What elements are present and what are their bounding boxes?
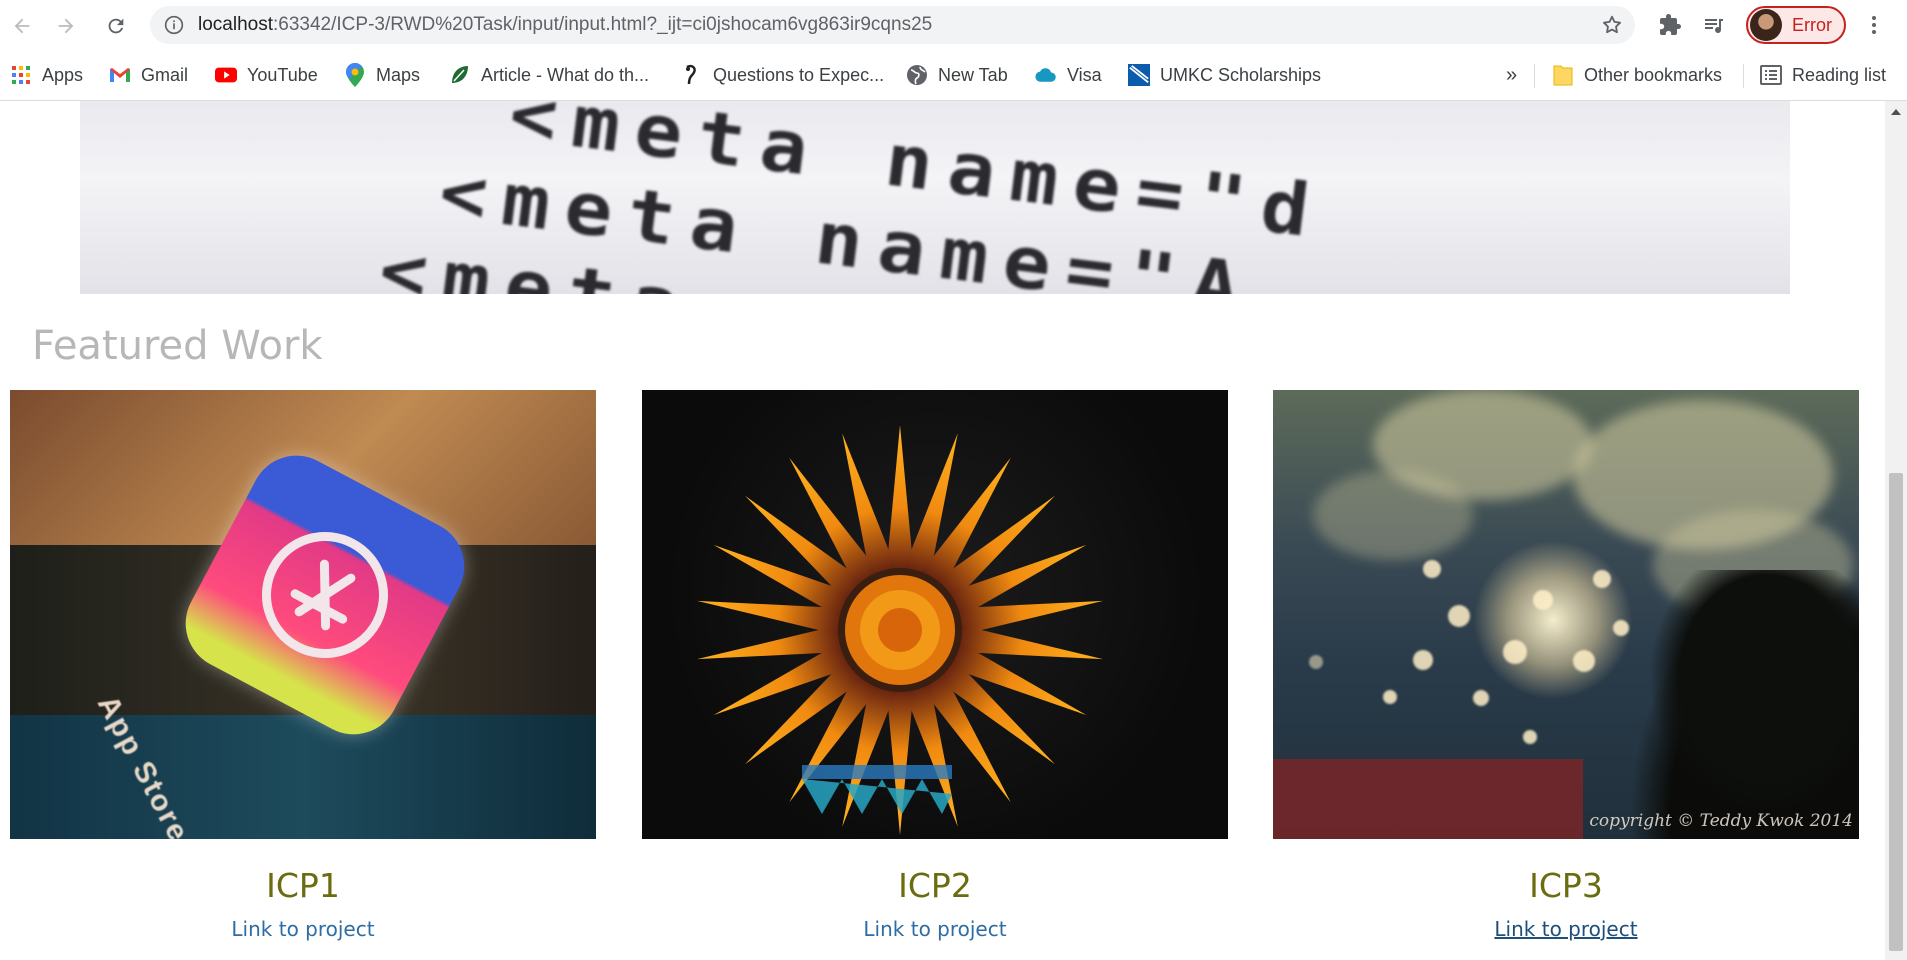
- browser-menu-button[interactable]: [1860, 11, 1888, 39]
- extensions-button[interactable]: [1656, 11, 1684, 39]
- media-control-button[interactable]: [1700, 11, 1728, 39]
- site-info-icon[interactable]: [164, 15, 184, 35]
- youtube-icon: [215, 64, 237, 86]
- browser-toolbar: localhost:63342/ICP-3/RWD%20Task/input/i…: [0, 0, 1907, 50]
- flower-petal: [886, 425, 914, 575]
- bookmark-maps[interactable]: Maps: [344, 61, 420, 89]
- project-title: ICP3: [1529, 866, 1603, 905]
- apps-grid-icon: [10, 64, 32, 86]
- article-leaf-icon: [449, 64, 471, 86]
- bookmark-youtube[interactable]: YouTube: [215, 61, 318, 89]
- project-link[interactable]: Link to project: [1273, 917, 1859, 941]
- project-image-flower: [642, 390, 1228, 839]
- avatar: [1750, 9, 1782, 41]
- profile-error-label: Error: [1792, 14, 1832, 35]
- puzzle-icon: [1660, 14, 1681, 35]
- bookmark-label: Reading list: [1792, 64, 1887, 85]
- bookmark-article[interactable]: Article - What do th...: [449, 61, 649, 89]
- bookmarks-divider: [1743, 64, 1744, 88]
- reload-icon: [108, 18, 124, 34]
- back-arrow-icon: [14, 18, 30, 34]
- bookmarks-divider: [1534, 64, 1535, 88]
- bookmark-label: Apps: [42, 64, 84, 85]
- forward-arrow-icon: [58, 18, 74, 34]
- flower-illustration: [697, 425, 1103, 835]
- bookmark-label: Maps: [376, 64, 421, 85]
- bookmark-umkc[interactable]: UMKC Scholarships: [1128, 61, 1321, 89]
- project-card: copyright © Teddy Kwok 2014 ICP3 Link to…: [1273, 390, 1859, 941]
- bookmark-star-icon[interactable]: [1601, 14, 1623, 36]
- bookmark-label: UMKC Scholarships: [1160, 64, 1322, 85]
- bookmark-label: Questions to Expec...: [713, 64, 885, 85]
- scrollbar-thumb[interactable]: [1889, 473, 1903, 951]
- umkc-icon: [1128, 64, 1150, 86]
- globe-icon: [906, 64, 928, 86]
- bookmark-label: Gmail: [141, 64, 189, 85]
- bookmark-label: Article - What do th...: [481, 64, 650, 85]
- kebab-menu-icon: [1872, 16, 1876, 34]
- url-path: :63342/ICP-3/RWD%20Task/input/input.html…: [273, 14, 933, 35]
- gmail-icon: [109, 64, 131, 86]
- project-title: ICP2: [898, 866, 972, 905]
- bookmark-gmail[interactable]: Gmail: [109, 61, 188, 89]
- questions-icon: [681, 64, 703, 86]
- copyright-watermark: copyright © Teddy Kwok 2014: [1589, 811, 1853, 831]
- address-bar[interactable]: localhost:63342/ICP-3/RWD%20Task/input/i…: [150, 6, 1635, 44]
- reload-button[interactable]: [98, 8, 134, 44]
- bookmark-label: Visa: [1067, 64, 1102, 85]
- project-card: App Store ICP1 Link to project: [10, 390, 596, 941]
- project-card: ICP2 Link to project: [642, 390, 1228, 941]
- folder-icon: [1552, 64, 1574, 86]
- bookmarks-bar: Apps Gmail YouTube Maps Article - What d…: [0, 50, 1907, 101]
- overflow-chevron-icon: »: [1506, 63, 1518, 86]
- project-link[interactable]: Link to project: [10, 917, 596, 941]
- reading-list-icon: [1760, 64, 1782, 86]
- url-text[interactable]: localhost:63342/ICP-3/RWD%20Task/input/i…: [198, 6, 932, 44]
- bookmark-new-tab[interactable]: New Tab: [906, 61, 1008, 89]
- page-scrollbar[interactable]: [1885, 101, 1907, 960]
- cloud-icon: [1035, 64, 1057, 86]
- bookmark-questions[interactable]: Questions to Expec...: [681, 61, 884, 89]
- project-link[interactable]: Link to project: [642, 917, 1228, 941]
- bookmark-other[interactable]: Other bookmarks: [1552, 61, 1722, 89]
- maps-icon: [344, 63, 366, 87]
- bookmark-label: New Tab: [938, 64, 1008, 85]
- profile-button[interactable]: Error: [1746, 6, 1846, 44]
- back-button[interactable]: [4, 8, 40, 44]
- reading-list-button[interactable]: Reading list: [1760, 61, 1886, 89]
- playlist-icon: [1705, 19, 1723, 34]
- url-host: localhost: [198, 14, 273, 35]
- tree-silhouette: [1629, 570, 1859, 839]
- flower-petal: [886, 685, 914, 835]
- hero-banner-image: <meta name="d <meta name="A <meta name="…: [80, 101, 1790, 294]
- scroll-up-arrow-icon[interactable]: [1891, 109, 1901, 115]
- section-title: Featured Work: [32, 323, 323, 369]
- bookmarks-overflow-button[interactable]: »: [1506, 61, 1517, 89]
- bookmark-label: Other bookmarks: [1584, 64, 1723, 85]
- bookmark-visa[interactable]: Visa: [1035, 61, 1102, 89]
- bookmark-label: YouTube: [247, 64, 318, 85]
- project-image-bokeh: copyright © Teddy Kwok 2014: [1273, 390, 1859, 839]
- project-title: ICP1: [266, 866, 340, 905]
- project-image-app-store: App Store: [10, 390, 596, 839]
- bookmark-apps[interactable]: Apps: [10, 61, 83, 89]
- page-viewport: <meta name="d <meta name="A <meta name="…: [0, 101, 1885, 960]
- forward-button[interactable]: [48, 8, 84, 44]
